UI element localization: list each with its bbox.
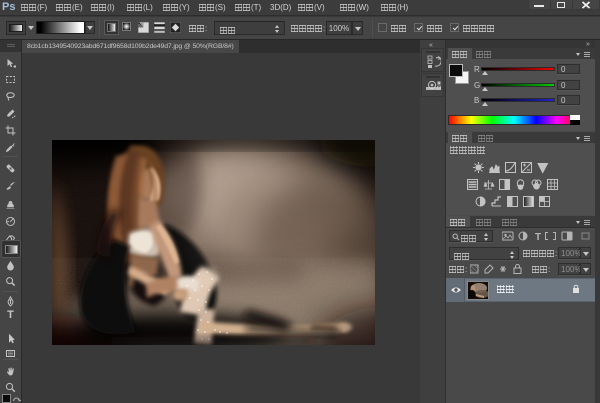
svg-text:T: T (535, 232, 541, 242)
